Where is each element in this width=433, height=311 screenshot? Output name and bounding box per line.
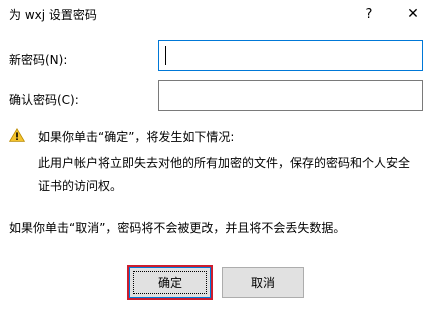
warning-detail: 此用户帐户将立即失去对他的所有加密的文件，保存的密码和个人安全证书的访问权。 xyxy=(38,156,411,193)
cancel-button[interactable]: 取消 xyxy=(222,267,304,298)
text-caret xyxy=(165,46,166,65)
help-button[interactable]: ? xyxy=(349,0,389,28)
close-button[interactable]: ✕ xyxy=(393,0,433,28)
confirm-password-field[interactable] xyxy=(158,80,423,111)
new-password-label: 新密码(N): xyxy=(9,53,68,67)
focus-ring xyxy=(133,271,207,294)
help-icon: ? xyxy=(365,6,373,22)
confirm-password-label: 确认密码(C): xyxy=(9,93,79,107)
ok-button[interactable]: 确定 xyxy=(127,265,213,300)
warning-icon xyxy=(9,128,25,142)
warning-heading: 如果你单击“确定”，将发生如下情况: xyxy=(38,130,235,144)
cancel-note: 如果你单击“取消”，密码将不会被更改，并且将不会丢失数据。 xyxy=(9,221,346,235)
title-bar: 为 wxj 设置密码 ? ✕ xyxy=(0,0,433,28)
window-title: 为 wxj 设置密码 xyxy=(9,8,97,22)
new-password-field[interactable] xyxy=(158,40,423,71)
cancel-button-label: 取消 xyxy=(250,276,275,290)
close-icon: ✕ xyxy=(407,6,419,22)
